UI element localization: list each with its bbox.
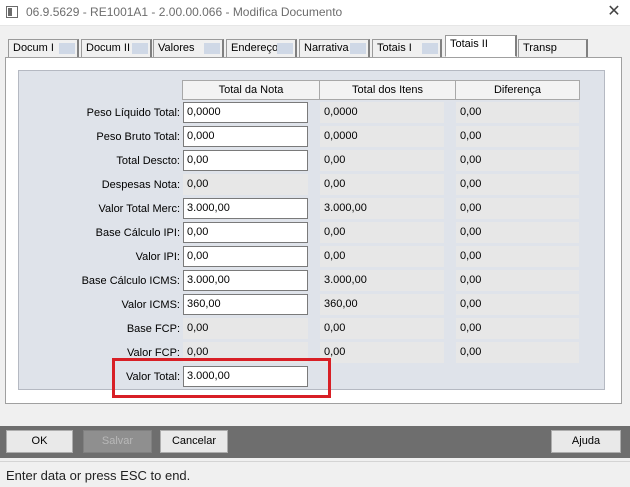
tab-label: Docum II (86, 42, 131, 54)
close-icon[interactable]: ✕ (604, 2, 624, 22)
ok-button[interactable]: OK (6, 430, 73, 453)
label-valor-total-merc: Valor Total Merc: (98, 203, 180, 215)
tab-narrativa[interactable]: Narrativa (299, 39, 370, 57)
label-valor-ipi: Valor IPI: (135, 251, 180, 263)
tab-label: Totais I (377, 42, 412, 54)
column-header-diferenca: Diferença (455, 80, 580, 100)
peso-liquido-diferenca-field: 0,00 (456, 102, 579, 123)
valor-icms-itens-field: 360,00 (320, 294, 444, 315)
status-text: Enter data or press ESC to end. (6, 468, 191, 483)
label-base-calculo-icms: Base Cálculo ICMS: (81, 275, 180, 287)
status-bar: Enter data or press ESC to end. (0, 461, 630, 487)
despesas-itens-field: 0,00 (320, 174, 444, 195)
title-bar: 06.9.5629 - RE1001A1 - 2.00.00.066 - Mod… (0, 0, 630, 26)
valor-total-merc-itens-field: 3.000,00 (320, 198, 444, 219)
tab-label: Endereço (231, 42, 279, 54)
tab-endereco[interactable]: Endereço (226, 39, 297, 57)
base-fcp-nota-field: 0,00 (183, 318, 308, 339)
column-header-total-nota: Total da Nota (182, 80, 320, 100)
column-header-total-itens: Total dos Itens (319, 80, 456, 100)
tab-label: Narrativa (304, 42, 349, 54)
tab-label: Valores (158, 42, 195, 54)
tab-label: Totais II (450, 38, 488, 50)
label-valor-icms: Valor ICMS: (121, 299, 180, 311)
base-fcp-itens-field: 0,00 (320, 318, 444, 339)
base-ipi-nota-field[interactable]: 0,00 (183, 222, 308, 243)
tab-valores[interactable]: Valores (153, 39, 224, 57)
valor-icms-nota-field[interactable]: 360,00 (183, 294, 308, 315)
despesas-diferenca-field: 0,00 (456, 174, 579, 195)
peso-bruto-diferenca-field: 0,00 (456, 126, 579, 147)
tab-totais-i[interactable]: Totais I (372, 39, 442, 57)
valor-ipi-diferenca-field: 0,00 (456, 246, 579, 267)
label-total-descto: Total Descto: (116, 155, 180, 167)
valor-total-merc-diferenca-field: 0,00 (456, 198, 579, 219)
tab-transp[interactable]: Transp (518, 39, 588, 57)
salvar-button[interactable]: Salvar (83, 430, 152, 453)
label-peso-bruto-total: Peso Bruto Total: (96, 131, 180, 143)
peso-bruto-itens-field: 0,0000 (320, 126, 444, 147)
total-descto-nota-field[interactable]: 0,00 (183, 150, 308, 171)
valor-icms-diferenca-field: 0,00 (456, 294, 579, 315)
valor-ipi-nota-field[interactable]: 0,00 (183, 246, 308, 267)
tab-label: Docum I (13, 42, 54, 54)
peso-liquido-nota-field[interactable]: 0,0000 (183, 102, 308, 123)
tab-docum-i[interactable]: Docum I (8, 39, 79, 57)
total-descto-diferenca-field: 0,00 (456, 150, 579, 171)
base-icms-diferenca-field: 0,00 (456, 270, 579, 291)
label-base-calculo-ipi: Base Cálculo IPI: (95, 227, 180, 239)
tab-label: Transp (523, 42, 557, 54)
base-fcp-diferenca-field: 0,00 (456, 318, 579, 339)
peso-bruto-nota-field[interactable]: 0,000 (183, 126, 308, 147)
valor-fcp-diferenca-field: 0,00 (456, 342, 579, 363)
highlight-box (112, 358, 331, 398)
window-title: 06.9.5629 - RE1001A1 - 2.00.00.066 - Mod… (26, 5, 343, 19)
peso-liquido-itens-field: 0,0000 (320, 102, 444, 123)
label-peso-liquido-total: Peso Líquido Total: (86, 107, 180, 119)
despesas-nota-field: 0,00 (183, 174, 308, 195)
cancelar-button[interactable]: Cancelar (160, 430, 228, 453)
base-icms-itens-field: 3.000,00 (320, 270, 444, 291)
app-window-icon (6, 6, 18, 18)
label-base-fcp: Base FCP: (126, 323, 180, 335)
tab-totais-ii[interactable]: Totais II (445, 35, 517, 57)
valor-fcp-itens-field: 0,00 (320, 342, 444, 363)
base-ipi-itens-field: 0,00 (320, 222, 444, 243)
total-descto-itens-field: 0,00 (320, 150, 444, 171)
base-icms-nota-field[interactable]: 3.000,00 (183, 270, 308, 291)
label-despesas-nota: Despesas Nota: (101, 179, 180, 191)
tab-docum-ii[interactable]: Docum II (81, 39, 152, 57)
valor-total-merc-nota-field[interactable]: 3.000,00 (183, 198, 308, 219)
ajuda-button[interactable]: Ajuda (551, 430, 621, 453)
base-ipi-diferenca-field: 0,00 (456, 222, 579, 243)
valor-ipi-itens-field: 0,00 (320, 246, 444, 267)
